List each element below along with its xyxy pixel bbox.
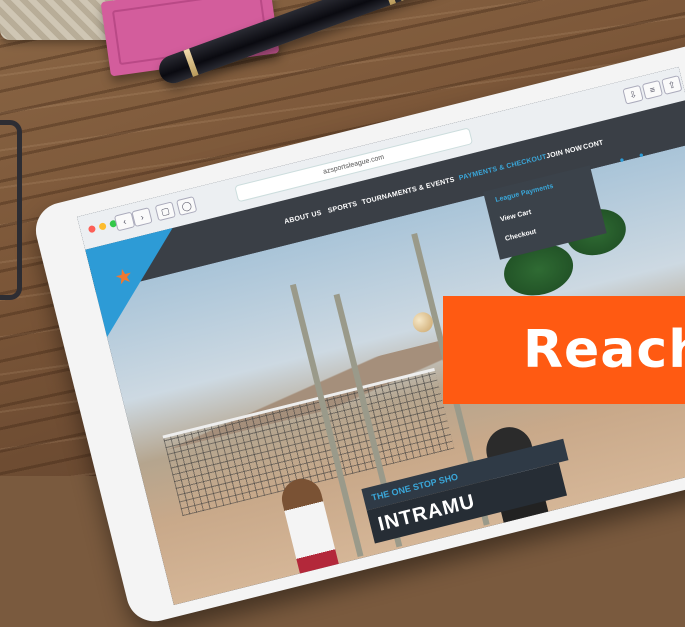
forward-button[interactable]: › (131, 207, 153, 228)
dropdown-item-league-payments[interactable]: League Payments (495, 183, 554, 204)
twitter-icon[interactable]: ● (618, 155, 625, 165)
window-controls (87, 219, 118, 234)
sidebar-icon[interactable]: ▢ (154, 201, 177, 222)
dropdown-item-checkout[interactable]: Checkout (504, 228, 537, 243)
minimize-icon[interactable] (98, 222, 107, 231)
facebook-icon[interactable]: ● (638, 150, 645, 160)
player (277, 474, 344, 591)
reader-icon[interactable]: ≡ (641, 79, 664, 100)
shield-icon[interactable]: ◯ (176, 196, 198, 216)
banner-text: Reach (523, 320, 685, 380)
nav-item-tournaments[interactable]: TOURNAMENTS & EVENTS (361, 176, 455, 206)
close-icon[interactable] (87, 224, 97, 234)
cable (0, 120, 22, 300)
dropdown-item-view-cart[interactable]: View Cart (500, 209, 533, 223)
nav-item-sports[interactable]: SPORTS (327, 201, 358, 215)
download-icon[interactable]: ⇩ (622, 84, 644, 105)
nav-item-contact[interactable]: CONT (583, 139, 605, 151)
nav-item-join[interactable]: JOIN NOW (546, 145, 584, 161)
nav-item-payments[interactable]: PAYMENTS & CHECKOUT (458, 154, 547, 183)
share-icon[interactable]: ⇧ (661, 75, 683, 95)
orange-banner: Reach (443, 296, 685, 404)
nav-item-about[interactable]: ABOUT US (284, 210, 323, 226)
